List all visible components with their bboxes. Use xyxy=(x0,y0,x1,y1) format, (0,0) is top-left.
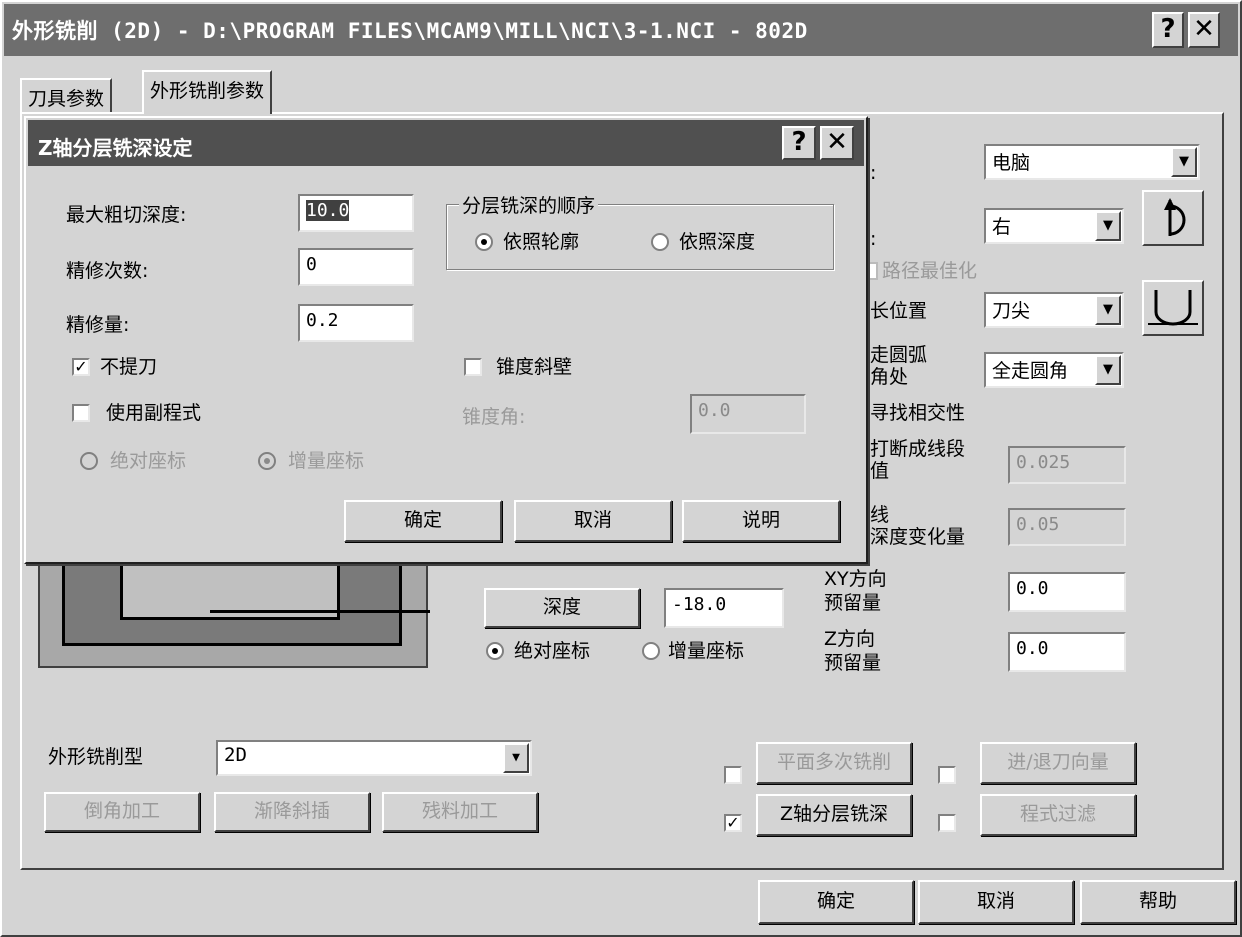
chevron-down-icon[interactable]: ▼ xyxy=(1095,355,1121,385)
subprogram-label: 使用副程式 xyxy=(106,402,202,424)
break-label-2: 值 xyxy=(870,460,890,482)
close-icon[interactable]: ✕ xyxy=(1188,12,1220,48)
by-depth-radio[interactable] xyxy=(651,233,669,251)
intersect-label: 寻找相交性 xyxy=(870,402,966,424)
chevron-down-icon[interactable]: ▼ xyxy=(1095,295,1121,325)
remachining-button[interactable]: 残料加工 xyxy=(382,792,538,832)
order-group-label: 分层铣深的顺序 xyxy=(459,191,599,218)
by-depth-label: 依照深度 xyxy=(679,231,756,253)
depth-cuts-dialog: Z轴分层铣深设定 ? ✕ 最大粗切深度: 10.0 精修次数: 0 精修量: 0… xyxy=(24,116,868,564)
no-retract-checkbox[interactable]: ✓ xyxy=(72,358,90,376)
leadin-button[interactable]: 进/退刀向量 xyxy=(980,742,1136,784)
dialog-title-bar[interactable]: Z轴分层铣深设定 ? ✕ xyxy=(28,120,864,166)
by-contour-radio[interactable] xyxy=(475,233,493,251)
tool-tip-icon[interactable] xyxy=(1142,280,1204,336)
tool-direction-icon[interactable] xyxy=(1142,190,1204,246)
max-rough-field[interactable]: 10.0 xyxy=(298,194,414,232)
help-question-button[interactable]: ? xyxy=(1152,12,1184,48)
chamfer-button[interactable]: 倒角加工 xyxy=(44,792,200,832)
dialog-cancel-button[interactable]: 取消 xyxy=(514,500,672,542)
by-contour-label: 依照轮廓 xyxy=(503,231,580,253)
z-stock-label-2: 预留量 xyxy=(824,652,882,674)
dialog-close-icon[interactable]: ✕ xyxy=(820,126,854,160)
order-group: 分层铣深的顺序 依照轮廓 依照深度 xyxy=(446,191,834,270)
ramp-button[interactable]: 渐降斜插 xyxy=(214,792,370,832)
sub-inc-label: 增量座标 xyxy=(288,450,365,472)
subprogram-checkbox[interactable] xyxy=(72,404,90,422)
cancel-button[interactable]: 取消 xyxy=(918,880,1074,924)
sub-abs-radio[interactable] xyxy=(80,452,98,470)
max-rough-label: 最大粗切深度: xyxy=(66,204,187,226)
tip-comp-label: 长位置 xyxy=(870,300,928,322)
z-stock-field[interactable]: 0.0 xyxy=(1008,632,1126,672)
depth-abs-label: 绝对座标 xyxy=(514,640,591,662)
taper-angle-field[interactable]: 0.0 xyxy=(690,394,806,434)
finish-step-label: 精修量: xyxy=(66,314,130,336)
title-bar[interactable]: 外形铣削 (2D) - D:\PROGRAM FILES\MCAM9\MILL\… xyxy=(4,4,1238,56)
sub-abs-label: 绝对座标 xyxy=(110,450,187,472)
filter-button[interactable]: 程式过滤 xyxy=(980,794,1136,836)
compensation-direction-value: 右 xyxy=(992,216,1012,238)
corner-roll-select[interactable]: 全走圆角 ▼ xyxy=(984,352,1124,388)
corner-roll-value: 全走圆角 xyxy=(992,360,1069,382)
filter-checkbox[interactable] xyxy=(938,814,956,832)
main-window: 外形铣削 (2D) - D:\PROGRAM FILES\MCAM9\MILL\… xyxy=(0,0,1242,937)
tab-contour-parameters[interactable]: 外形铣削参数 xyxy=(142,70,273,114)
taper-checkbox[interactable] xyxy=(464,358,482,376)
depth-change-label-2: 深度变化量 xyxy=(870,526,966,548)
dialog-title: Z轴分层铣深设定 xyxy=(38,136,193,160)
window-title: 外形铣削 (2D) - D:\PROGRAM FILES\MCAM9\MILL\… xyxy=(12,19,808,43)
depth-inc-radio[interactable] xyxy=(642,642,660,660)
depth-change-field[interactable]: 0.05 xyxy=(1008,508,1126,546)
break-value-field[interactable]: 0.025 xyxy=(1008,446,1126,484)
chevron-down-icon[interactable]: ▼ xyxy=(503,743,529,773)
contour-type-label: 外形铣削型 xyxy=(48,746,144,768)
xy-stock-field[interactable]: 0.0 xyxy=(1008,572,1126,612)
contour-type-select[interactable]: 2D ▼ xyxy=(216,740,532,776)
contour-type-value: 2D xyxy=(224,744,247,766)
chevron-down-icon[interactable]: ▼ xyxy=(1171,147,1197,177)
optimize-label: 路径最佳化 xyxy=(882,260,978,282)
dialog-help-question-button[interactable]: ? xyxy=(782,126,816,160)
depth-button[interactable]: 深度 xyxy=(484,588,640,628)
multipass-checkbox[interactable] xyxy=(724,766,742,784)
finish-passes-field[interactable]: 0 xyxy=(298,248,414,286)
comp-type-colon: : xyxy=(870,162,877,184)
depth-preview-image xyxy=(38,558,430,668)
comp-dir-colon: : xyxy=(870,228,877,250)
ok-button[interactable]: 确定 xyxy=(758,880,914,924)
dialog-help-button[interactable]: 说明 xyxy=(682,500,840,542)
depthcuts-button[interactable]: Z轴分层铣深 xyxy=(756,794,912,836)
depthcuts-checkbox[interactable]: ✓ xyxy=(724,814,742,832)
depth-field[interactable]: -18.0 xyxy=(664,588,784,628)
leadin-checkbox[interactable] xyxy=(938,766,956,784)
finish-step-field[interactable]: 0.2 xyxy=(298,304,414,342)
max-rough-value: 10.0 xyxy=(306,200,350,221)
tip-comp-select[interactable]: 刀尖 ▼ xyxy=(984,292,1124,328)
compensation-direction-select[interactable]: 右 ▼ xyxy=(984,208,1124,244)
tip-comp-value: 刀尖 xyxy=(992,300,1031,322)
no-retract-label: 不提刀 xyxy=(100,356,158,378)
compensation-type-value: 电脑 xyxy=(992,152,1031,174)
sub-inc-radio[interactable] xyxy=(258,452,276,470)
compensation-type-select[interactable]: 电脑 ▼ xyxy=(984,144,1200,180)
depth-abs-radio[interactable] xyxy=(486,642,504,660)
dialog-ok-button[interactable]: 确定 xyxy=(344,500,502,542)
corner-label-2: 角处 xyxy=(870,366,909,388)
corner-label-1: 走圆弧 xyxy=(870,344,928,366)
xy-stock-label-2: 预留量 xyxy=(824,592,882,614)
taper-label: 锥度斜壁 xyxy=(496,356,573,378)
tab-tool-parameters[interactable]: 刀具参数 xyxy=(20,78,113,112)
chevron-down-icon[interactable]: ▼ xyxy=(1095,211,1121,241)
taper-angle-label: 锥度角: xyxy=(462,406,526,428)
depth-change-label-1: 线 xyxy=(870,504,890,526)
depth-inc-label: 增量座标 xyxy=(668,640,745,662)
z-stock-label-1: Z方向 xyxy=(824,628,876,650)
multipass-button[interactable]: 平面多次铣削 xyxy=(756,742,912,784)
break-label-1: 打断成线段 xyxy=(870,438,966,460)
finish-passes-label: 精修次数: xyxy=(66,260,149,282)
help-button[interactable]: 帮助 xyxy=(1080,880,1236,924)
xy-stock-label-1: XY方向 xyxy=(824,568,887,590)
